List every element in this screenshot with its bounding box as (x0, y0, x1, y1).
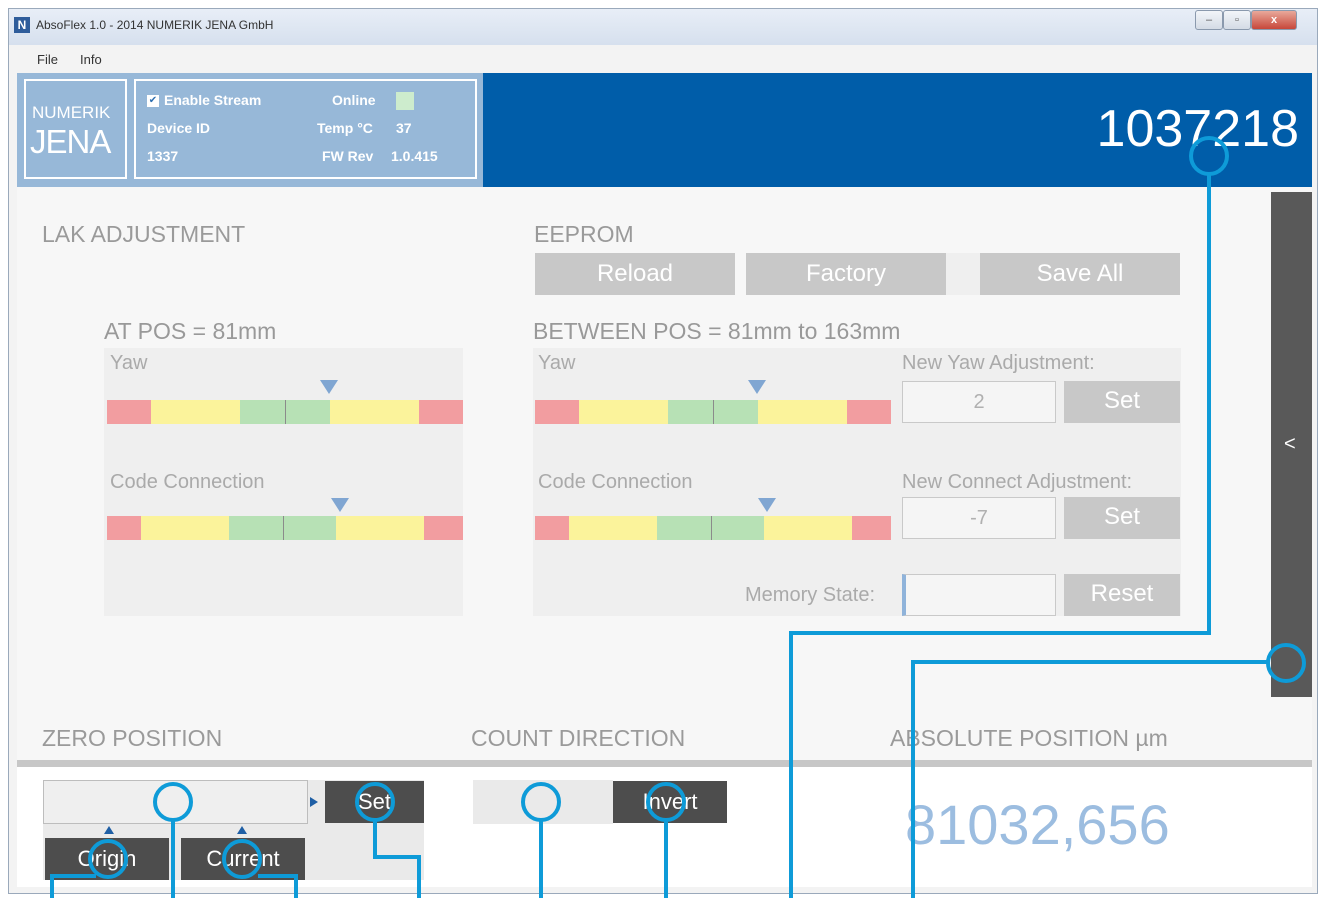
absolute-position-title: ABSOLUTE POSITION µm (890, 725, 1168, 751)
temp-label: Temp °C (317, 120, 373, 136)
eeprom-title: EEPROM (534, 221, 634, 247)
logo-text-top: NUMERIK (32, 103, 111, 122)
new-connect-adjustment-input[interactable]: -7 (902, 497, 1056, 539)
window-title: AbsoFlex 1.0 - 2014 NUMERIK JENA GmbH (36, 18, 274, 32)
minimize-button[interactable]: – (1195, 10, 1223, 30)
chevron-left-icon: < (1284, 433, 1296, 455)
lak-adjustment-title: LAK ADJUSTMENT (42, 221, 246, 247)
between-pos-yaw-marker-icon (748, 380, 766, 394)
callout-circle (1189, 136, 1229, 176)
enable-stream-checkbox[interactable]: ✔ (147, 95, 159, 107)
callout-circle (1266, 643, 1306, 683)
logo-text-bottom: JENA (30, 123, 111, 160)
callout-line (373, 818, 377, 858)
callout-line (789, 631, 793, 898)
callout-line (294, 874, 298, 898)
close-button[interactable]: x (1251, 10, 1297, 30)
enable-stream-label: Enable Stream (164, 92, 262, 108)
set-yaw-button[interactable]: Set (1064, 381, 1180, 423)
callout-circle (521, 782, 561, 822)
menu-info[interactable]: Info (80, 52, 102, 67)
between-pos-title: BETWEEN POS = 81mm to 163mm (533, 318, 901, 344)
callout-circle (88, 839, 128, 879)
callout-line (539, 818, 543, 898)
between-pos-code-bar (535, 516, 891, 540)
between-pos-code-connection-label: Code Connection (538, 471, 693, 493)
callout-line (911, 660, 1270, 664)
at-pos-code-connection-label: Code Connection (110, 471, 265, 493)
callout-line (789, 631, 1211, 635)
callout-line (664, 818, 668, 898)
callout-circle (153, 782, 193, 822)
memory-state-indicator (902, 574, 1056, 616)
callout-circle (222, 839, 262, 879)
absolute-position-value: 81032,656 (905, 793, 1170, 856)
zero-position-title: ZERO POSITION (42, 725, 223, 751)
at-pos-yaw-marker-icon (320, 380, 338, 394)
fw-label: FW Rev (322, 148, 374, 164)
between-pos-yaw-label: Yaw (538, 352, 576, 374)
arrow-up-icon (237, 826, 247, 834)
arrow-up-icon (104, 826, 114, 834)
between-pos-code-marker-icon (758, 498, 776, 512)
at-pos-yaw-label: Yaw (110, 352, 148, 374)
between-pos-yaw-bar (535, 400, 891, 424)
count-direction-title: COUNT DIRECTION (471, 725, 686, 751)
callout-line (50, 874, 96, 878)
callout-line (417, 855, 421, 898)
new-yaw-adjustment-input[interactable]: 2 (902, 381, 1056, 423)
callout-line (50, 877, 54, 898)
new-yaw-adjustment-label: New Yaw Adjustment: (902, 352, 1095, 374)
menu-file[interactable]: File (37, 52, 58, 67)
fw-value: 1.0.415 (391, 148, 438, 164)
eeprom-button-spacer (946, 253, 980, 295)
factory-button[interactable]: Factory (746, 253, 946, 295)
reload-button[interactable]: Reload (535, 253, 735, 295)
set-connect-button[interactable]: Set (1064, 497, 1180, 539)
reset-button[interactable]: Reset (1064, 574, 1180, 616)
menu-bar (9, 45, 1317, 73)
bottom-divider (17, 760, 1312, 767)
online-indicator (396, 92, 414, 110)
app-icon: N (14, 17, 30, 33)
temp-value: 37 (396, 120, 412, 136)
save-all-button[interactable]: Save All (980, 253, 1180, 295)
online-label: Online (332, 92, 376, 108)
callout-line (1207, 172, 1211, 634)
memory-state-label: Memory State: (745, 584, 876, 606)
device-id-value: 1337 (147, 148, 179, 164)
arrow-right-icon (310, 797, 318, 807)
at-pos-code-marker-icon (331, 498, 349, 512)
maximize-button[interactable]: ▫ (1223, 10, 1251, 30)
callout-circle (646, 782, 686, 822)
at-pos-code-bar (107, 516, 463, 540)
callout-line (171, 818, 175, 898)
at-pos-yaw-bar (107, 400, 463, 424)
at-pos-title: AT POS = 81mm (104, 318, 277, 344)
callout-circle (355, 782, 395, 822)
callout-line (258, 874, 298, 878)
new-connect-adjustment-label: New Connect Adjustment: (902, 471, 1133, 493)
callout-line (373, 855, 421, 859)
device-id-label: Device ID (147, 120, 211, 136)
callout-line (911, 660, 915, 898)
